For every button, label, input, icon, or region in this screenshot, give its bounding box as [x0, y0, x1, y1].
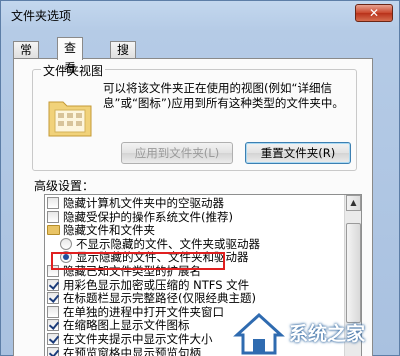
folder-views-icon	[45, 92, 95, 140]
window-title: 文件夹选项	[11, 9, 72, 23]
setting-radio[interactable]	[60, 237, 72, 250]
setting-checkbox[interactable]	[47, 197, 59, 209]
tab-general[interactable]: 常规	[13, 41, 40, 73]
folder-options-dialog: 文件夹选项 ✕ 常规 查看 搜索 文件夹视图 可以将该文件夹正在使用的视图(例如…	[0, 0, 400, 356]
folder-icon	[47, 225, 60, 236]
apply-to-folders-button[interactable]: 应用到文件夹(L)	[121, 142, 233, 164]
setting-checkbox[interactable]	[47, 305, 59, 318]
setting-checkbox[interactable]	[47, 292, 59, 305]
advanced-setting-row[interactable]: 在文件夹提示中显示文件大小	[45, 331, 345, 347]
setting-checkbox[interactable]	[47, 210, 59, 223]
vertical-scrollbar[interactable]: ▲	[344, 195, 361, 356]
setting-label: 隐藏计算机文件夹中的空驱动器	[63, 196, 224, 210]
advanced-setting-row[interactable]: 隐藏计算机文件夹中的空驱动器	[45, 195, 345, 211]
reset-folders-button[interactable]: 重置文件夹(R)	[245, 142, 351, 164]
tab-view[interactable]: 查看	[57, 37, 84, 75]
setting-checkbox[interactable]	[47, 278, 59, 291]
highlight-box	[51, 252, 225, 270]
setting-checkbox[interactable]	[47, 333, 59, 345]
advanced-settings-label: 高级设置：	[34, 179, 95, 193]
folder-views-description: 可以将该文件夹正在使用的视图(例如“详细信息”或“图标”)应用到所有这种类型的文…	[103, 81, 344, 110]
scroll-thumb[interactable]	[346, 223, 361, 323]
setting-label: 在文件夹提示中显示文件大小	[63, 332, 213, 346]
setting-label: 在单独的进程中打开文件夹窗口	[63, 304, 224, 319]
setting-checkbox[interactable]	[47, 346, 59, 356]
advanced-settings-list: 在预览窗格中显示预览句柄 在文件夹提示中显示文件大小 在缩略图上显示文件图标 在单独的…	[44, 194, 362, 356]
advanced-setting-row[interactable]: 在单独的进程中打开文件夹窗口	[45, 304, 345, 320]
folder-views-group: 文件夹视图 可以将该文件夹正在使用的视图(例如“详细信息”或“图标”)应用到所有…	[32, 62, 357, 171]
scroll-up-arrow-icon[interactable]: ▲	[346, 195, 361, 211]
advanced-setting-row[interactable]: 不显示隐藏的文件、文件夹或驱动器	[45, 236, 345, 252]
close-button[interactable]: ✕	[355, 4, 393, 22]
setting-checkbox[interactable]	[47, 319, 59, 332]
view-tab-panel: 文件夹视图 可以将该文件夹正在使用的视图(例如“详细信息”或“图标”)应用到所有…	[13, 58, 373, 356]
setting-label: 不显示隐藏的文件、文件夹或驱动器	[76, 236, 260, 251]
tab-search[interactable]: 搜索	[110, 41, 137, 73]
